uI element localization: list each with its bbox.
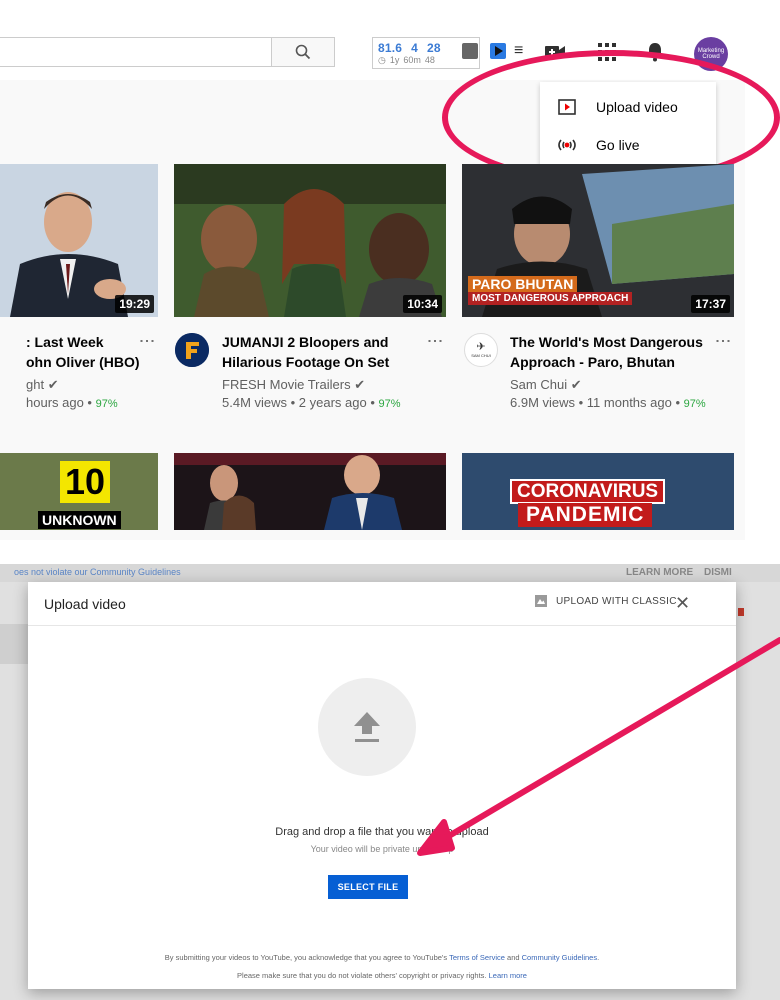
upload-with-classic-button[interactable]: UPLOAD WITH CLASSIC bbox=[534, 594, 677, 608]
extension-icon[interactable] bbox=[462, 43, 478, 59]
youtube-home-screenshot: 81.6 4 28 ◷ 1y 60m 48 ≡ Marketing Crowd Uploa… bbox=[0, 0, 780, 540]
thumbnail-overlay-subtitle: MOST DANGEROUS APPROACH bbox=[468, 292, 633, 305]
thumbnail-number: 10 bbox=[60, 461, 110, 503]
ext-sub-2: 60m bbox=[403, 55, 421, 65]
upload-arrow-icon bbox=[354, 712, 380, 742]
clock-icon: ◷ bbox=[378, 55, 386, 65]
video-menu-icon[interactable]: ⋮ bbox=[714, 333, 731, 349]
video-title-line-1: The World's Most Dangerous bbox=[510, 334, 703, 350]
channel-name: FRESH Movie Trailers bbox=[222, 377, 351, 392]
ext-sub-3: 48 bbox=[424, 55, 435, 65]
privacy-hint-text: Your video will be private until you p bbox=[310, 844, 454, 854]
legal-text-line-2: Please make sure that you do not violate… bbox=[28, 971, 736, 980]
video-channel[interactable]: Sam Chui ✔ bbox=[510, 376, 582, 394]
video-title-line-1: JUMANJI 2 Bloopers and bbox=[222, 334, 389, 350]
close-icon[interactable]: ✕ bbox=[675, 594, 690, 612]
plane-icon: ✈ bbox=[476, 341, 486, 353]
video-meta: hours ago • 97% bbox=[26, 394, 118, 413]
ext-value-3: 28 bbox=[427, 41, 441, 55]
upload-dialog-screenshot: oes not violate our Community Guidelines… bbox=[0, 564, 780, 1000]
legal-text-line-1: By submitting your videos to YouTube, yo… bbox=[164, 953, 600, 962]
video-menu-icon[interactable]: ⋮ bbox=[138, 333, 155, 349]
video-title-line-2: Approach - Paro, Bhutan bbox=[510, 354, 675, 370]
upload-drop-zone[interactable] bbox=[318, 678, 416, 776]
verified-icon: ✔ bbox=[354, 377, 366, 392]
video-title-line-1: : Last Week bbox=[26, 334, 104, 350]
legal-text-and: and bbox=[507, 953, 520, 962]
verified-icon: ✔ bbox=[570, 377, 582, 392]
ext-sub-1: 1y bbox=[389, 55, 400, 65]
rating-percent: 97% bbox=[378, 398, 401, 410]
video-title-line-2: ohn Oliver (HBO) bbox=[26, 354, 140, 370]
classic-upload-icon bbox=[535, 595, 547, 607]
thumbnail-headline: CORONAVIRUS bbox=[510, 479, 666, 504]
terms-of-service-link[interactable]: Terms of Service bbox=[449, 953, 505, 962]
video-stats: 5.4M views • 2 years ago • bbox=[222, 395, 375, 410]
channel-avatar[interactable]: ✈ SAM CHUI bbox=[464, 333, 498, 367]
ext-value-1: 81.6 bbox=[378, 41, 403, 55]
channel-avatar[interactable] bbox=[175, 333, 209, 367]
video-channel[interactable]: FRESH Movie Trailers ✔ bbox=[222, 376, 365, 394]
video-menu-icon[interactable]: ⋮ bbox=[426, 333, 443, 349]
extension-menu-icon[interactable]: ≡ bbox=[514, 43, 523, 59]
background-badge bbox=[738, 608, 744, 616]
dialog-header: Upload video UPLOAD WITH CLASSIC ✕ bbox=[28, 582, 736, 626]
video-meta: 6.9M views • 11 months ago • 97% bbox=[510, 394, 706, 413]
rating-percent: 97% bbox=[683, 398, 706, 410]
thumbnail-image bbox=[174, 453, 446, 530]
video-thumbnail[interactable]: CORONAVIRUS PANDEMIC bbox=[462, 453, 734, 530]
video-title-line-2: Hilarious Footage On Set bbox=[222, 354, 390, 370]
channel-avatar-text: SAM CHUI bbox=[471, 353, 491, 358]
thumbnail-overlay-title: PARO BHUTAN bbox=[468, 276, 578, 292]
video-stats: 6.9M views • 11 months ago • bbox=[510, 395, 680, 410]
community-guidelines-link[interactable]: Community Guidelines bbox=[522, 953, 597, 962]
video-thumbnail[interactable]: 10 UNKNOWN bbox=[0, 453, 158, 530]
video-title[interactable]: : Last Week ohn Oliver (HBO) bbox=[26, 332, 146, 372]
rating-percent: 97% bbox=[95, 398, 118, 410]
search-input[interactable] bbox=[0, 37, 272, 67]
video-meta: 5.4M views • 2 years ago • 97% bbox=[222, 394, 401, 413]
dialog-title: Upload video bbox=[44, 596, 126, 612]
thumbnail-caption: UNKNOWN bbox=[38, 511, 121, 529]
thumbnail-subheadline: PANDEMIC bbox=[518, 503, 653, 527]
ext-value-2: 4 bbox=[411, 41, 419, 55]
legal-text: By submitting your videos to YouTube, yo… bbox=[164, 953, 448, 962]
search-icon bbox=[295, 44, 311, 60]
learn-more-link[interactable]: Learn more bbox=[489, 971, 527, 980]
dismiss-button[interactable]: DISMI bbox=[704, 567, 732, 578]
background-panel bbox=[0, 624, 30, 664]
drag-drop-text: Drag and drop a file that you want to up… bbox=[275, 826, 489, 838]
extension-play-icon[interactable] bbox=[490, 43, 506, 59]
video-title[interactable]: JUMANJI 2 Bloopers and Hilarious Footage… bbox=[222, 332, 422, 372]
channel-name: ght bbox=[26, 377, 45, 392]
select-file-button[interactable]: SELECT FILE bbox=[328, 875, 408, 899]
video-thumbnail[interactable] bbox=[174, 453, 446, 530]
video-duration: 17:37 bbox=[691, 295, 730, 313]
upload-video-dialog: Upload video UPLOAD WITH CLASSIC ✕ Drag … bbox=[28, 582, 736, 989]
video-channel[interactable]: ght ✔ bbox=[26, 376, 59, 394]
video-duration: 10:34 bbox=[403, 295, 442, 313]
video-thumbnail[interactable]: 10:34 bbox=[174, 164, 446, 317]
legal-text: Please make sure that you do not violate… bbox=[237, 971, 487, 980]
video-thumbnail[interactable]: 19:29 bbox=[0, 164, 158, 317]
video-duration: 19:29 bbox=[115, 295, 154, 313]
classic-label: UPLOAD WITH CLASSIC bbox=[556, 595, 677, 607]
search-button[interactable] bbox=[271, 37, 335, 67]
learn-more-button[interactable]: LEARN MORE bbox=[626, 567, 693, 578]
verified-icon: ✔ bbox=[47, 377, 59, 392]
video-stats: hours ago • bbox=[26, 395, 92, 410]
video-thumbnail[interactable]: PARO BHUTAN MOST DANGEROUS APPROACH 17:3… bbox=[462, 164, 734, 317]
notice-text: oes not violate our Community Guidelines bbox=[14, 567, 181, 577]
channel-name: Sam Chui bbox=[510, 377, 568, 392]
video-title[interactable]: The World's Most Dangerous Approach - Pa… bbox=[510, 332, 715, 372]
